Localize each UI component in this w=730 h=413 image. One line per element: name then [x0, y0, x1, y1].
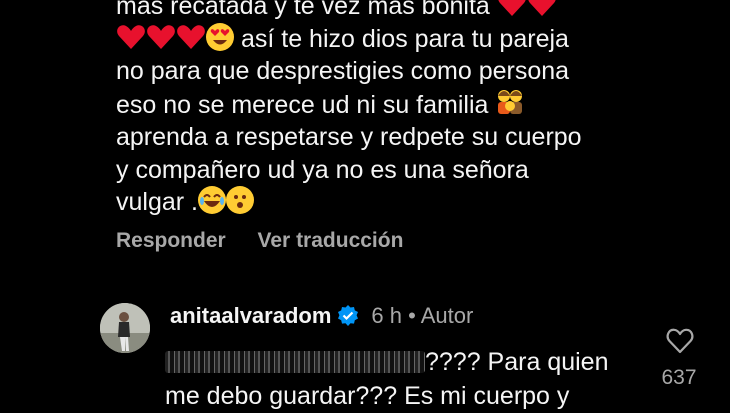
comment-line-3: no para que desprestigies como persona — [116, 55, 616, 88]
timestamp: 6 h — [371, 303, 402, 328]
laughing-emoji-icon — [197, 186, 226, 214]
heart-emoji-icon — [498, 0, 526, 16]
see-translation-button[interactable]: Ver traducción — [258, 229, 404, 252]
heart-emoji-icon — [528, 0, 556, 16]
comment-line-6: y compañero ud ya no es una señora — [116, 154, 616, 187]
author-label: Autor — [420, 303, 474, 328]
comment-actions: Responder Ver traducción — [116, 229, 429, 253]
comment-line-text: aprenda a respetarse y redpete su cuerpo — [116, 123, 582, 151]
like-heart-icon[interactable] — [666, 328, 694, 354]
surprised-emoji-icon — [225, 186, 254, 214]
reply-line-2: me debo guardar??? Es mi cuerpo y — [165, 379, 645, 413]
comment-line-2: así te hizo dios para tu pareja — [116, 22, 616, 56]
family-emoji-icon — [498, 89, 523, 114]
reply-header: anitaalvaradom 6 h • Autor — [170, 303, 473, 329]
separator-dot: • — [408, 303, 416, 328]
comment-line-text: vulgar . — [116, 188, 198, 216]
reply-text: ???? Para quien me debo guardar??? Es mi… — [165, 345, 645, 413]
reply-button[interactable]: Responder — [116, 229, 226, 252]
comment-line-text: así te hizo dios para tu pareja — [240, 24, 569, 53]
heart-eyes-emoji-icon — [206, 22, 234, 51]
like-count: 637 — [661, 366, 697, 389]
reply-line-text: ???? Para quien — [425, 348, 609, 376]
comment-line-text: eso no se merece ud ni su familia — [116, 90, 489, 119]
comment-line-1: más recatada y te vez más bonita — [116, 0, 616, 23]
comment-line-4: eso no se merece ud ni su familia — [116, 88, 616, 122]
username[interactable]: anitaalvaradom — [170, 303, 331, 328]
comment-line-7: vulgar . — [116, 186, 616, 219]
avatar-photo-icon — [100, 303, 150, 353]
heart-emoji-icon — [117, 24, 145, 49]
reply-line-1: ???? Para quien — [165, 345, 645, 379]
heart-emoji-icon — [147, 24, 175, 49]
comment-line-text: y compañero ud ya no es una señora — [116, 155, 529, 184]
redacted-mention — [165, 351, 425, 373]
comment-text: más recatada y te vez más bonita así te … — [116, 0, 616, 219]
verified-badge-icon — [338, 305, 359, 326]
comment-line-text: no para que desprestigies como persona — [116, 57, 570, 85]
avatar[interactable] — [100, 303, 150, 353]
reply-line-text: me debo guardar??? Es mi cuerpo y — [165, 382, 570, 410]
comment-line-5: aprenda a respetarse y redpete su cuerpo — [116, 121, 616, 154]
heart-emoji-icon — [177, 24, 205, 49]
comment-line-text: más recatada y te vez más bonita — [116, 0, 490, 20]
